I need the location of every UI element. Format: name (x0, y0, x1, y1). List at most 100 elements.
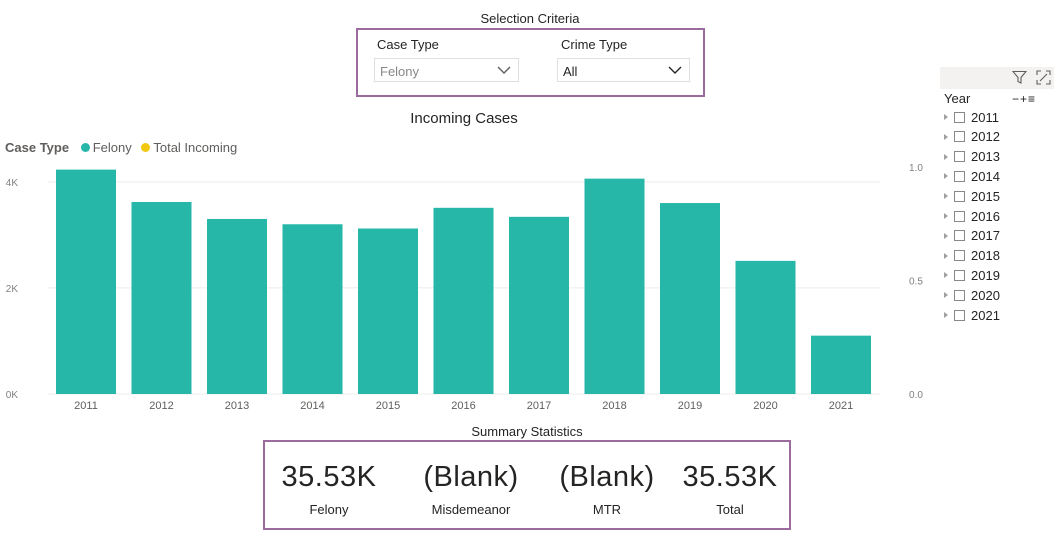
checkbox[interactable] (954, 170, 965, 182)
card-value: (Blank) (559, 461, 655, 493)
case-type-dropdown[interactable]: Felony (374, 58, 519, 82)
case-type-value: Felony (380, 64, 420, 79)
year-label: 2013 (971, 149, 1000, 165)
year-item[interactable]: 2016 (944, 207, 1000, 225)
year-label: 2018 (971, 248, 1000, 264)
y-tick-label: 4K (6, 178, 19, 189)
year-label: 2011 (971, 109, 999, 125)
chevron-down-icon (668, 66, 682, 74)
year-item[interactable]: 2017 (944, 227, 1000, 245)
incoming-cases-chart: 0K 2K 4K 0.0 0.5 1.0 2011 2012 2013 2014 2015 2016 2… (6, 163, 924, 412)
bar[interactable] (131, 201, 192, 394)
checkbox[interactable] (954, 210, 965, 222)
year-label: 2020 (971, 287, 1000, 303)
x-tick-label: 2016 (451, 400, 475, 412)
checkbox[interactable] (954, 250, 965, 262)
bar[interactable] (358, 228, 418, 394)
chart-title: Incoming Cases (410, 110, 518, 127)
checkbox[interactable] (954, 131, 965, 143)
y2-tick-label: 0.5 (909, 277, 923, 288)
card-value: 35.53K (281, 461, 377, 493)
checkbox[interactable] (954, 190, 965, 202)
x-tick-label: 2013 (225, 400, 249, 412)
year-item[interactable]: 2014 (944, 167, 1000, 185)
year-label: 2016 (971, 208, 1000, 224)
expand-arrow-icon[interactable] (944, 312, 948, 318)
x-tick-label: 2021 (829, 400, 853, 412)
selection-criteria-title: Selection Criteria (480, 11, 580, 26)
year-slicer-title: Year (944, 91, 971, 106)
card-value: (Blank) (423, 461, 519, 493)
checkbox[interactable] (954, 309, 965, 321)
bar[interactable] (584, 178, 645, 394)
card-label: Total (716, 502, 744, 517)
year-item[interactable]: 2019 (944, 266, 1000, 284)
expand-arrow-icon[interactable] (944, 153, 948, 160)
expand-arrow-icon[interactable] (944, 193, 948, 200)
x-tick-label: 2020 (753, 400, 777, 412)
expand-arrow-icon[interactable] (944, 272, 948, 279)
x-tick-label: 2015 (376, 400, 400, 412)
year-label: 2015 (971, 188, 1000, 204)
year-item[interactable]: 2012 (944, 128, 1000, 146)
year-slicer-header (940, 67, 1054, 89)
checkbox[interactable] (954, 269, 965, 281)
focus-mode-icon[interactable] (1036, 70, 1051, 85)
checkbox[interactable] (954, 230, 965, 242)
year-item[interactable]: 2018 (944, 247, 1000, 265)
filter-icon[interactable] (1012, 70, 1027, 85)
expand-arrow-icon[interactable] (944, 252, 948, 259)
year-label: 2012 (971, 129, 1000, 145)
checkbox[interactable] (954, 289, 965, 301)
year-item[interactable]: 2021 (944, 306, 1000, 324)
checkbox[interactable] (954, 151, 965, 163)
year-item[interactable]: 2013 (944, 148, 1000, 166)
card-value: 35.53K (682, 461, 778, 493)
year-label: 2017 (971, 228, 1000, 244)
chevron-down-icon (497, 66, 511, 74)
x-tick-label: 2018 (602, 400, 626, 412)
summary-title: Summary Statistics (471, 424, 583, 439)
year-label: 2021 (971, 307, 1000, 323)
bar[interactable] (811, 335, 871, 394)
x-tick-label: 2012 (149, 400, 173, 412)
bar[interactable] (207, 218, 267, 394)
bar[interactable] (735, 260, 796, 394)
expand-arrow-icon[interactable] (944, 173, 948, 180)
card-label: Misdemeanor (431, 502, 511, 517)
card-label: Felony (309, 502, 349, 517)
year-item[interactable]: 2015 (944, 187, 1000, 205)
expand-arrow-icon[interactable] (944, 213, 948, 219)
y-tick-label: 0K (6, 390, 19, 401)
bar[interactable] (660, 203, 720, 394)
case-type-label: Case Type (377, 37, 439, 52)
expand-arrow-icon[interactable] (944, 292, 948, 299)
bar[interactable] (509, 216, 569, 394)
checkbox[interactable] (954, 111, 965, 123)
year-item[interactable]: 2011 (944, 108, 999, 126)
expand-arrow-icon[interactable] (944, 133, 948, 140)
x-tick-label: 2019 (678, 400, 702, 412)
bar[interactable] (433, 207, 494, 394)
x-tick-label: 2011 (74, 400, 98, 412)
bar[interactable] (56, 169, 116, 394)
x-tick-label: 2014 (300, 400, 324, 412)
y2-tick-label: 0.0 (909, 390, 923, 401)
crime-type-label: Crime Type (561, 37, 628, 52)
card-mtr: (Blank) MTR (542, 461, 672, 517)
expand-arrow-icon[interactable] (944, 114, 948, 120)
year-label: 2019 (971, 267, 1000, 283)
y-tick-label: 2K (6, 284, 19, 295)
card-misdemeanor: (Blank) Misdemeanor (406, 461, 536, 517)
card-label: MTR (592, 502, 622, 517)
year-slicer-controls[interactable]: −+≡ (1012, 92, 1036, 106)
crime-type-dropdown[interactable]: All (557, 58, 690, 82)
x-tick-label: 2017 (527, 400, 551, 412)
year-item[interactable]: 2020 (944, 286, 1000, 304)
bar[interactable] (282, 224, 343, 394)
card-felony: 35.53K Felony (264, 461, 394, 517)
crime-type-value: All (563, 64, 578, 79)
year-label: 2014 (971, 168, 1000, 184)
expand-arrow-icon[interactable] (944, 232, 948, 239)
y2-tick-label: 1.0 (909, 163, 923, 174)
